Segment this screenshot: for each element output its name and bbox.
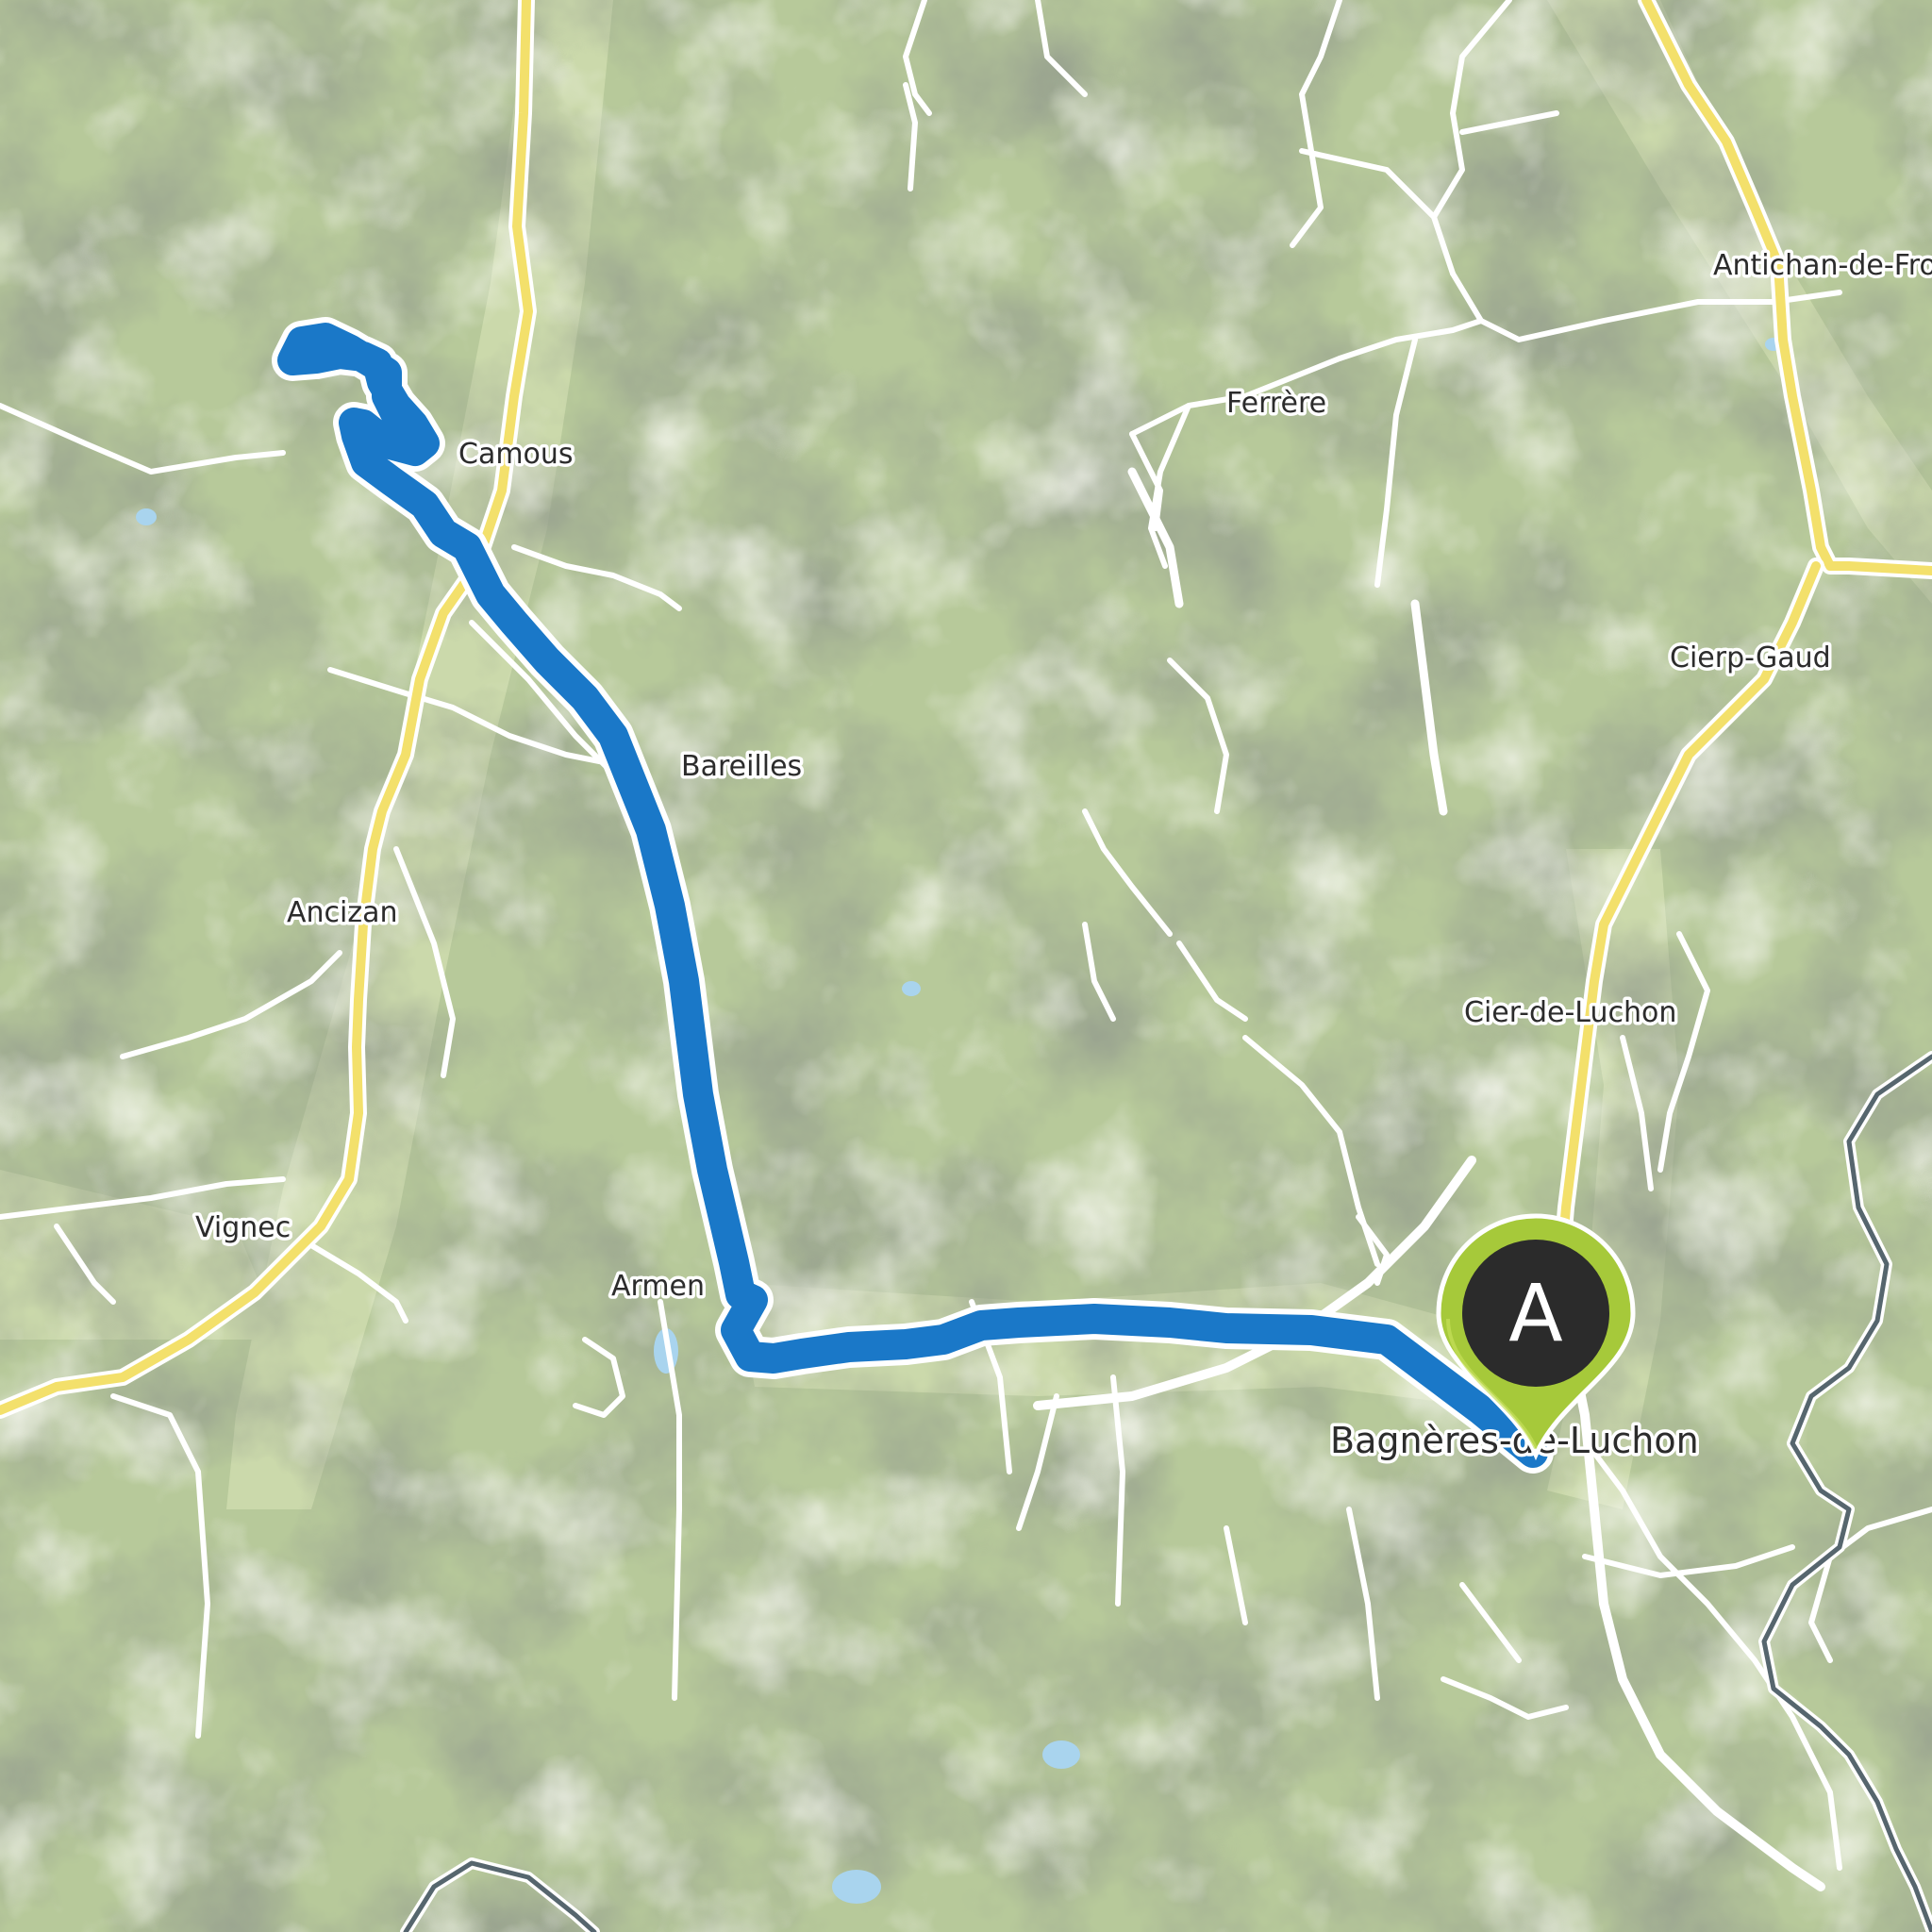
place-label-bagneres: Bagnères-de-Luchon <box>1330 1420 1699 1461</box>
place-label-armenteule: Armen <box>611 1270 705 1303</box>
terrain-highlights <box>0 0 1932 1932</box>
place-label-vignec: Vignec <box>195 1211 291 1244</box>
place-label-cier-de-luchon: Cier-de-Luchon <box>1464 996 1676 1029</box>
place-label-antichan: Antichan-de-Fro <box>1713 249 1932 282</box>
marker-label: A <box>1508 1267 1562 1359</box>
place-label-cierp-gaud: Cierp-Gaud <box>1670 641 1831 675</box>
place-label-bareilles: Bareilles <box>681 750 802 783</box>
place-label-ancizan: Ancizan <box>287 896 398 929</box>
route-map[interactable]: Camous Ferrère Antichan-de-Fro Cierp-Gau… <box>0 0 1932 1932</box>
place-label-ferrere: Ferrère <box>1226 387 1326 420</box>
place-label-camous: Camous <box>458 438 574 471</box>
